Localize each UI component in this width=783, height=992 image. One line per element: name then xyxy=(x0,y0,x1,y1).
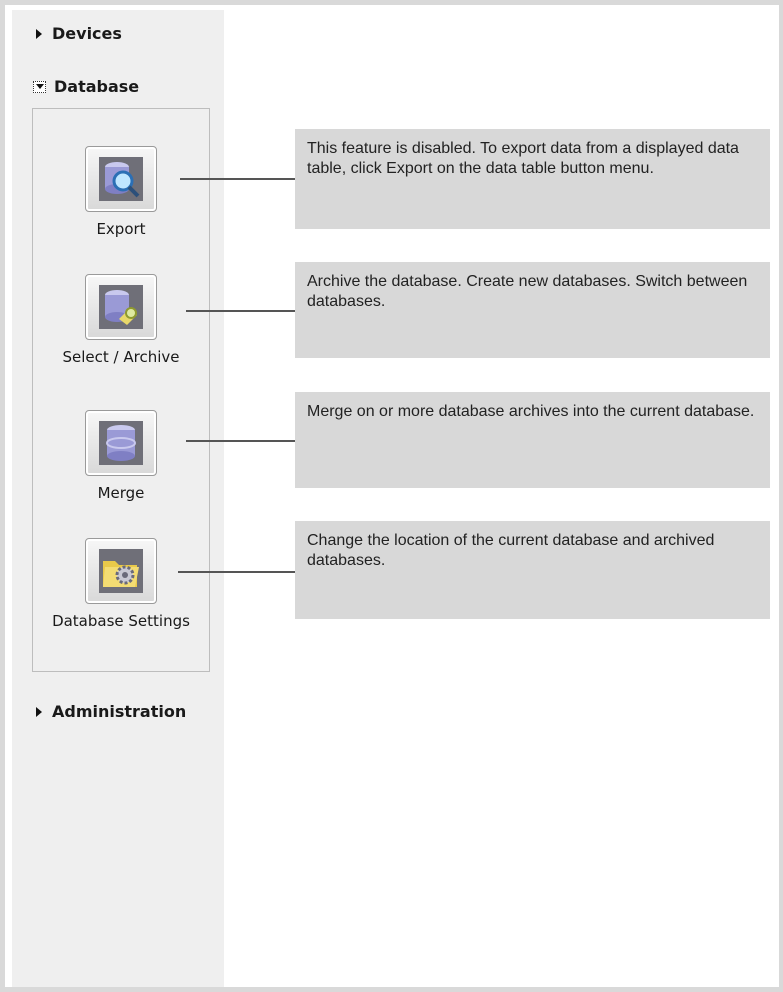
expand-arrow-icon xyxy=(36,706,42,717)
merge-tool[interactable]: Merge xyxy=(32,410,210,502)
expand-arrow-icon xyxy=(36,28,42,39)
export-tool[interactable]: Export xyxy=(32,146,210,238)
section-database[interactable]: Database xyxy=(33,77,139,96)
section-administration-label: Administration xyxy=(52,702,187,721)
select-archive-label: Select / Archive xyxy=(62,348,180,366)
export-leader-line xyxy=(180,178,295,180)
export-callout: This feature is disabled. To export data… xyxy=(295,129,770,229)
collapse-arrow-icon xyxy=(33,80,46,93)
export-label: Export xyxy=(96,220,146,238)
database-archive-icon xyxy=(99,285,143,329)
merge-button[interactable] xyxy=(85,410,157,476)
merge-callout: Merge on or more database archives into … xyxy=(295,392,770,488)
select-archive-tool[interactable]: Select / Archive xyxy=(32,274,210,366)
section-administration[interactable]: Administration xyxy=(36,702,186,721)
select-archive-callout: Archive the database. Create new databas… xyxy=(295,262,770,358)
folder-gear-icon xyxy=(99,549,143,593)
database-settings-leader-line xyxy=(178,571,295,573)
export-button[interactable] xyxy=(85,146,157,212)
section-database-label: Database xyxy=(54,77,140,96)
section-devices-label: Devices xyxy=(52,24,122,43)
database-settings-label: Database Settings xyxy=(52,612,190,630)
database-search-icon xyxy=(99,157,143,201)
merge-label: Merge xyxy=(97,484,145,502)
database-settings-tool[interactable]: Database Settings xyxy=(32,538,210,630)
select-archive-button[interactable] xyxy=(85,274,157,340)
database-settings-callout: Change the location of the current datab… xyxy=(295,521,770,619)
select-archive-leader-line xyxy=(186,310,295,312)
section-devices[interactable]: Devices xyxy=(36,24,122,43)
database-settings-button[interactable] xyxy=(85,538,157,604)
merge-leader-line xyxy=(186,440,295,442)
database-merge-icon xyxy=(99,421,143,465)
